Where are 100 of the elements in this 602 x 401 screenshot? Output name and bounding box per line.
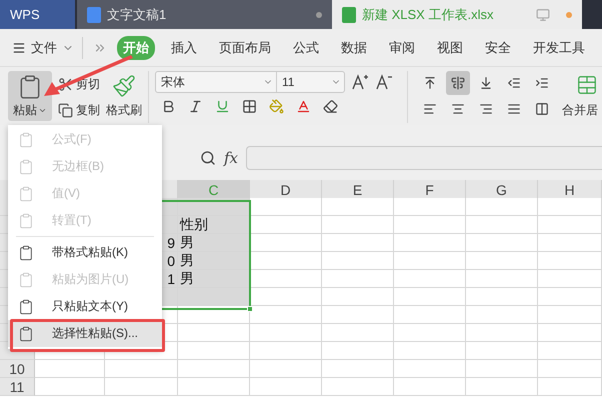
table-cell: 性别 xyxy=(178,216,250,234)
table-cell xyxy=(250,198,322,216)
table-cell xyxy=(394,378,466,396)
table-cell xyxy=(322,378,394,396)
align-right-icon xyxy=(479,102,493,116)
table-cell xyxy=(394,252,466,270)
column-header[interactable]: D xyxy=(250,180,322,200)
table-cell xyxy=(394,198,466,216)
table-cell xyxy=(322,270,394,288)
justify-icon xyxy=(507,102,521,116)
clipboard-icon xyxy=(18,326,34,342)
align-middle-icon xyxy=(451,76,465,90)
title-tab[interactable]: WPS xyxy=(0,0,75,29)
merge-button[interactable]: 合并居 xyxy=(562,71,598,121)
clipboard-icon xyxy=(18,132,34,148)
table-cell xyxy=(394,288,466,306)
column-header[interactable]: E xyxy=(322,180,394,200)
row-header[interactable]: 10 xyxy=(0,360,35,378)
align-button[interactable] xyxy=(446,71,470,95)
table-cell xyxy=(322,360,394,378)
table-cell xyxy=(538,252,602,270)
table-cell xyxy=(394,270,466,288)
ribbon-tab[interactable]: 视图 xyxy=(431,36,469,60)
zoom-icon[interactable] xyxy=(200,150,216,166)
table-cell xyxy=(250,306,322,324)
table-cell xyxy=(466,360,538,378)
table-cell xyxy=(250,342,322,360)
ribbon-tab[interactable]: 安全 xyxy=(479,36,517,60)
copy-button[interactable]: 复制 xyxy=(58,99,100,121)
row-header[interactable]: 11 xyxy=(0,378,35,396)
distribute-icon xyxy=(535,102,549,116)
table-cell xyxy=(250,288,322,306)
table-cell xyxy=(466,288,538,306)
fill-color-icon[interactable] xyxy=(269,99,284,114)
table-cell xyxy=(538,360,602,378)
bold-icon[interactable] xyxy=(161,99,176,114)
grow-font-icon[interactable] xyxy=(351,73,369,91)
table-cell xyxy=(538,324,602,342)
file-menu[interactable]: 文件 xyxy=(12,36,82,58)
function-label[interactable]: fx xyxy=(224,148,238,166)
table-cell xyxy=(394,324,466,342)
table-cell xyxy=(466,198,538,216)
table-cell xyxy=(250,216,322,234)
table-cell xyxy=(322,324,394,342)
table-cell xyxy=(322,216,394,234)
table-cell xyxy=(250,252,322,270)
shrink-font-icon[interactable] xyxy=(375,73,393,91)
table-cell xyxy=(466,252,538,270)
copy-icon xyxy=(58,102,73,118)
merge-icon xyxy=(576,74,598,96)
caret-icon xyxy=(38,106,47,115)
clipboard-icon xyxy=(18,158,34,174)
spreadsheet-icon xyxy=(342,6,356,22)
table-cell xyxy=(394,234,466,252)
font-color-icon[interactable] xyxy=(296,99,311,114)
table-cell xyxy=(322,342,394,360)
title-tab[interactable]: 文字文稿1 xyxy=(77,0,332,29)
menu-item[interactable]: 只粘贴文本(Y) xyxy=(8,293,162,320)
table-cell xyxy=(538,270,602,288)
table-cell xyxy=(322,234,394,252)
table-cell xyxy=(322,198,394,216)
document-icon xyxy=(87,6,101,22)
column-header[interactable]: F xyxy=(394,180,466,200)
table-cell xyxy=(394,342,466,360)
ribbon-tab[interactable]: 公式 xyxy=(287,36,325,60)
table-cell xyxy=(466,324,538,342)
ribbon-tab[interactable]: 数据 xyxy=(335,36,373,60)
align-left-icon xyxy=(423,102,437,116)
status-dot xyxy=(566,12,572,18)
table-cell xyxy=(466,342,538,360)
tab-dot xyxy=(316,12,322,18)
clipboard-icon xyxy=(18,272,34,288)
formula-field[interactable] xyxy=(246,146,602,170)
table-cell xyxy=(322,288,394,306)
table-cell xyxy=(322,252,394,270)
ribbon-tab[interactable]: 审阅 xyxy=(383,36,421,60)
table-cell xyxy=(538,234,602,252)
table-cell: 男 xyxy=(178,270,250,288)
table-cell: 男 xyxy=(178,234,250,252)
underline-icon[interactable] xyxy=(215,99,230,114)
menu-item[interactable]: 选择性粘贴(S)... xyxy=(8,320,162,347)
fill-handle[interactable] xyxy=(247,306,253,312)
ribbon-tab[interactable]: 插入 xyxy=(165,36,203,60)
align-center-icon xyxy=(451,102,465,116)
table-cell xyxy=(538,198,602,216)
ribbon-tab[interactable]: 页面布局 xyxy=(213,36,277,60)
column-header[interactable]: H xyxy=(538,180,602,200)
clipboard-icon xyxy=(18,298,34,314)
border-icon[interactable] xyxy=(242,99,257,114)
table-cell xyxy=(394,360,466,378)
table-cell xyxy=(35,378,105,396)
table-cell xyxy=(466,270,538,288)
italic-icon[interactable] xyxy=(188,99,203,114)
table-cell xyxy=(250,270,322,288)
format-painter-button[interactable]: 格式刷 xyxy=(106,71,142,121)
column-header[interactable]: G xyxy=(466,180,538,200)
ribbon-tab[interactable]: 开发工具 xyxy=(527,36,591,60)
paste-button[interactable]: 粘贴 xyxy=(8,71,52,121)
eraser-icon[interactable] xyxy=(323,99,338,114)
table-cell xyxy=(538,378,602,396)
